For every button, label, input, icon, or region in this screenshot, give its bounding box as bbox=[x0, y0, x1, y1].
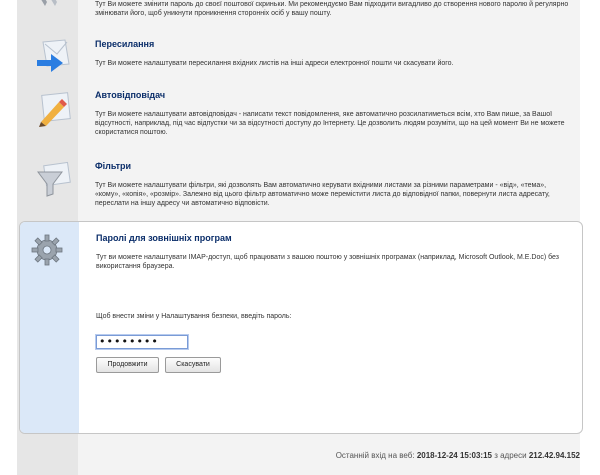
forwarding-title[interactable]: Пересилання bbox=[95, 39, 154, 49]
autoresponder-title[interactable]: Автовідповідач bbox=[95, 90, 165, 100]
last-login-info: Останній вхід на веб: 2018-12-24 15:03:1… bbox=[336, 451, 580, 460]
panel-description: Тут ви можете налаштувати IMAP-доступ, щ… bbox=[96, 254, 559, 270]
key-icon bbox=[41, 0, 57, 6]
last-login-timestamp: 2018-12-24 15:03:15 bbox=[416, 451, 492, 460]
password-input[interactable]: •••••••• bbox=[95, 334, 189, 350]
cancel-button[interactable]: Скасувати bbox=[165, 357, 221, 373]
gear-icon bbox=[31, 234, 63, 266]
password-section-description: Тут Ви можете змінити пароль до своєї по… bbox=[95, 1, 569, 17]
forwarding-description: Тут Ви можете налаштувати пересилання вх… bbox=[95, 60, 454, 67]
pencil-icon bbox=[39, 92, 71, 127]
autoresponder-description: Тут Ви можете налаштувати автовідповідач… bbox=[95, 111, 565, 136]
external-passwords-panel: Паролі для зовнішніх програм Тут ви може… bbox=[19, 221, 583, 434]
password-prompt: Щоб внести зміни у Налаштування безпеки,… bbox=[96, 313, 292, 320]
last-login-ip: 212.42.94.152 bbox=[528, 451, 580, 460]
panel-title: Паролі для зовнішніх програм bbox=[96, 233, 232, 243]
funnel-icon bbox=[37, 161, 71, 197]
last-login-middle: з адреси bbox=[494, 451, 527, 460]
filters-title[interactable]: Фільтри bbox=[95, 161, 131, 171]
last-login-prefix: Останній вхід на веб: bbox=[335, 451, 415, 460]
forward-arrow-icon bbox=[37, 39, 70, 72]
continue-button[interactable]: Продовжити bbox=[96, 357, 159, 373]
filters-description: Тут Ви можете налаштувати фільтри, які д… bbox=[95, 182, 550, 207]
